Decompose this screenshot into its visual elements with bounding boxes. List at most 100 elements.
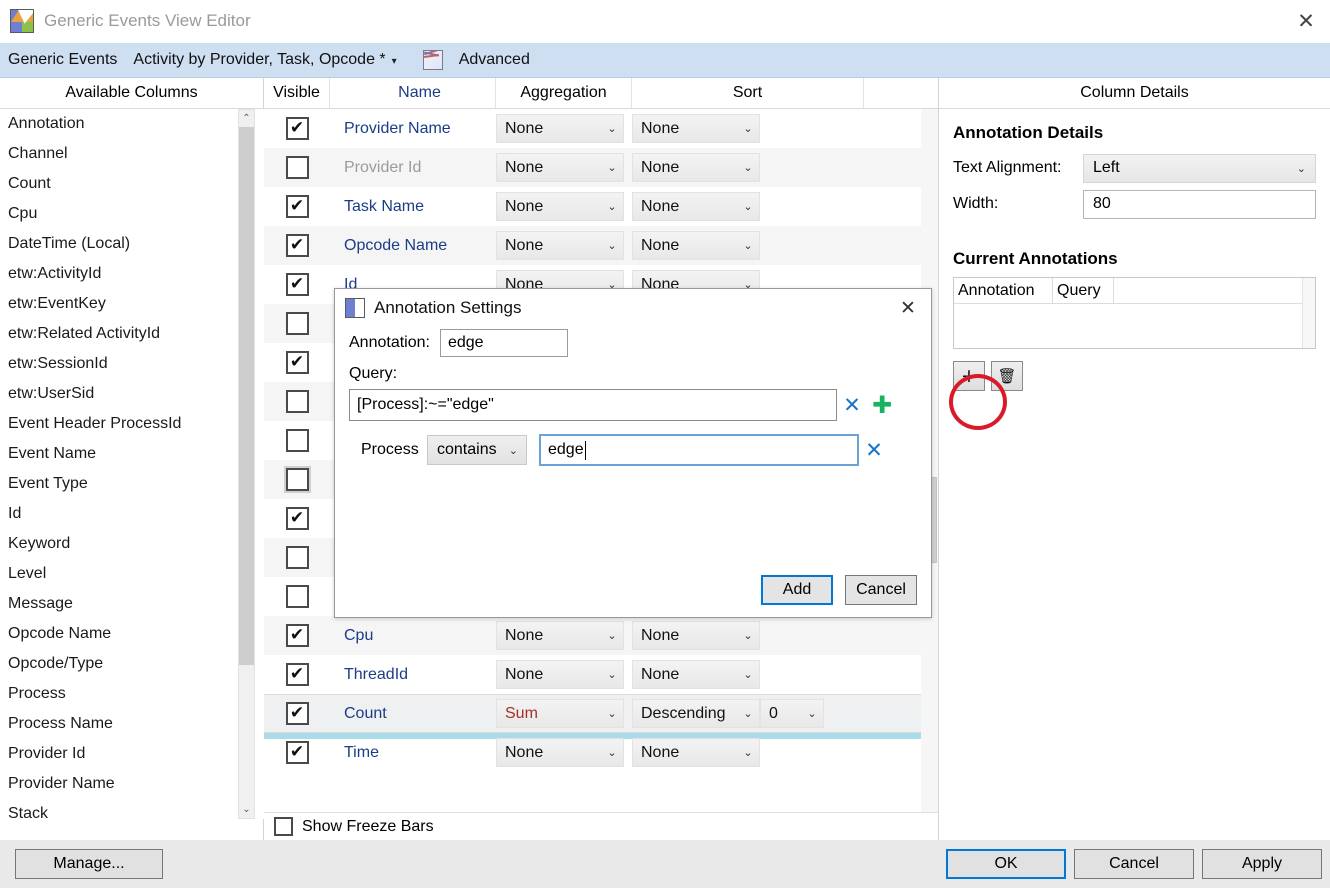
available-column-item[interactable]: Annotation	[0, 109, 264, 139]
manage-button[interactable]: Manage...	[15, 849, 163, 879]
table-row[interactable]: ✔Task NameNone⌄None⌄	[264, 187, 938, 226]
clear-query-icon[interactable]: ✕	[837, 393, 867, 417]
cancel-button[interactable]: Cancel	[1074, 849, 1194, 879]
column-header-sort[interactable]: Sort	[632, 78, 864, 108]
table-row[interactable]: Provider IdNone⌄None⌄	[264, 148, 938, 187]
visible-checkbox[interactable]	[286, 468, 309, 491]
remove-condition-icon[interactable]: ✕	[859, 438, 889, 462]
sort-select[interactable]: None⌄	[632, 660, 760, 689]
visible-checkbox[interactable]	[286, 312, 309, 335]
column-header-visible[interactable]: Visible	[264, 78, 330, 108]
available-column-item[interactable]: etw:Related ActivityId	[0, 319, 264, 349]
width-input[interactable]: 80	[1083, 190, 1316, 219]
visible-checkbox[interactable]	[286, 390, 309, 413]
table-row[interactable]: ✔Opcode NameNone⌄None⌄	[264, 226, 938, 265]
aggregation-select[interactable]: None⌄	[496, 231, 624, 260]
aggregation-select[interactable]: None⌄	[496, 660, 624, 689]
visible-checkbox[interactable]: ✔	[286, 234, 309, 257]
available-column-item[interactable]: etw:SessionId	[0, 349, 264, 379]
visible-checkbox[interactable]: ✔	[286, 351, 309, 374]
table-row[interactable]: ✔Provider NameNone⌄None⌄	[264, 109, 938, 148]
available-column-item[interactable]: Provider Name	[0, 769, 264, 799]
available-column-item[interactable]: Level	[0, 559, 264, 589]
available-column-item[interactable]: DateTime (Local)	[0, 229, 264, 259]
visible-checkbox[interactable]: ✔	[286, 663, 309, 686]
text-alignment-select[interactable]: Left ⌄	[1083, 154, 1316, 183]
visible-checkbox[interactable]	[286, 429, 309, 452]
table-row[interactable]: ✔CpuNone⌄None⌄	[264, 616, 938, 655]
available-column-item[interactable]: Stack	[0, 799, 264, 819]
add-annotation-button[interactable]: +	[953, 361, 985, 391]
aggregation-select[interactable]: None⌄	[496, 153, 624, 182]
ok-button[interactable]: OK	[946, 849, 1066, 879]
query-input[interactable]: [Process]:~="edge"	[349, 389, 837, 421]
visible-checkbox[interactable]: ✔	[286, 273, 309, 296]
visible-checkbox[interactable]	[286, 156, 309, 179]
available-column-item[interactable]: Opcode Name	[0, 619, 264, 649]
dialog-add-button[interactable]: Add	[761, 575, 833, 605]
show-freeze-bars-row[interactable]: Show Freeze Bars	[264, 812, 938, 840]
aggregation-select[interactable]: None⌄	[496, 621, 624, 650]
scroll-up-icon[interactable]: ⌃	[239, 110, 254, 127]
available-column-item[interactable]: Count	[0, 169, 264, 199]
aggregation-select[interactable]: None⌄	[496, 114, 624, 143]
sort-select[interactable]: None⌄	[632, 738, 760, 767]
available-column-item[interactable]: Process	[0, 679, 264, 709]
available-column-item[interactable]: Cpu	[0, 199, 264, 229]
condition-operator-select[interactable]: contains ⌄	[427, 435, 527, 465]
available-column-item[interactable]: Opcode/Type	[0, 649, 264, 679]
available-column-item[interactable]: Provider Id	[0, 739, 264, 769]
column-header-name[interactable]: Name	[330, 78, 496, 108]
available-column-item[interactable]: Event Type	[0, 469, 264, 499]
add-condition-icon[interactable]: ✚	[867, 393, 897, 417]
available-column-item[interactable]: etw:EventKey	[0, 289, 264, 319]
available-column-item[interactable]: Id	[0, 499, 264, 529]
sort-order-select[interactable]: 0⌄	[760, 699, 824, 728]
sort-select[interactable]: None⌄	[632, 192, 760, 221]
scrollbar-thumb[interactable]	[239, 127, 254, 665]
available-column-item[interactable]: Event Name	[0, 439, 264, 469]
annotations-header-annotation[interactable]: Annotation	[954, 278, 1053, 303]
dialog-close-button[interactable]: ✕	[885, 289, 931, 327]
visible-checkbox[interactable]	[286, 585, 309, 608]
visible-checkbox[interactable]: ✔	[286, 507, 309, 530]
delete-annotation-button[interactable]: 🗑	[991, 361, 1023, 391]
show-freeze-bars-checkbox[interactable]	[274, 817, 293, 836]
table-row[interactable]: ✔CountSum⌄Descending⌄0⌄	[264, 694, 938, 733]
visible-checkbox[interactable]: ✔	[286, 741, 309, 764]
annotation-name-input[interactable]: edge	[440, 329, 568, 357]
available-column-item[interactable]: Message	[0, 589, 264, 619]
available-column-item[interactable]: Keyword	[0, 529, 264, 559]
available-column-item[interactable]: etw:UserSid	[0, 379, 264, 409]
sort-select[interactable]: Descending⌄	[632, 699, 760, 728]
advanced-button[interactable]: Advanced	[451, 51, 538, 69]
table-row[interactable]: ✔TimeNone⌄None⌄	[264, 733, 938, 772]
preset-dropdown[interactable]: Activity by Provider, Task, Opcode *▾	[125, 51, 404, 69]
available-column-item[interactable]: Process Name	[0, 709, 264, 739]
available-column-item[interactable]: Channel	[0, 139, 264, 169]
aggregation-select[interactable]: Sum⌄	[496, 699, 624, 728]
column-header-aggregation[interactable]: Aggregation	[496, 78, 632, 108]
aggregation-select[interactable]: None⌄	[496, 738, 624, 767]
available-columns-list[interactable]: AnnotationChannelCountCpuDateTime (Local…	[0, 109, 264, 819]
visible-checkbox[interactable]	[286, 546, 309, 569]
dialog-cancel-button[interactable]: Cancel	[845, 575, 917, 605]
visible-checkbox[interactable]: ✔	[286, 117, 309, 140]
scroll-down-icon[interactable]: ⌄	[239, 801, 254, 818]
aggregation-select[interactable]: None⌄	[496, 192, 624, 221]
visible-checkbox[interactable]: ✔	[286, 195, 309, 218]
visible-checkbox[interactable]: ✔	[286, 624, 309, 647]
table-row[interactable]: ✔ThreadIdNone⌄None⌄	[264, 655, 938, 694]
sort-select[interactable]: None⌄	[632, 231, 760, 260]
condition-value-input[interactable]: edge	[539, 434, 859, 466]
available-columns-scrollbar[interactable]: ⌃ ⌄	[238, 109, 255, 819]
sort-select[interactable]: None⌄	[632, 621, 760, 650]
visible-checkbox[interactable]: ✔	[286, 702, 309, 725]
available-column-item[interactable]: Event Header ProcessId	[0, 409, 264, 439]
window-close-button[interactable]: ✕	[1282, 0, 1330, 43]
annotations-header-query[interactable]: Query	[1053, 278, 1114, 303]
available-column-item[interactable]: etw:ActivityId	[0, 259, 264, 289]
sort-select[interactable]: None⌄	[632, 153, 760, 182]
sort-select[interactable]: None⌄	[632, 114, 760, 143]
apply-button[interactable]: Apply	[1202, 849, 1322, 879]
